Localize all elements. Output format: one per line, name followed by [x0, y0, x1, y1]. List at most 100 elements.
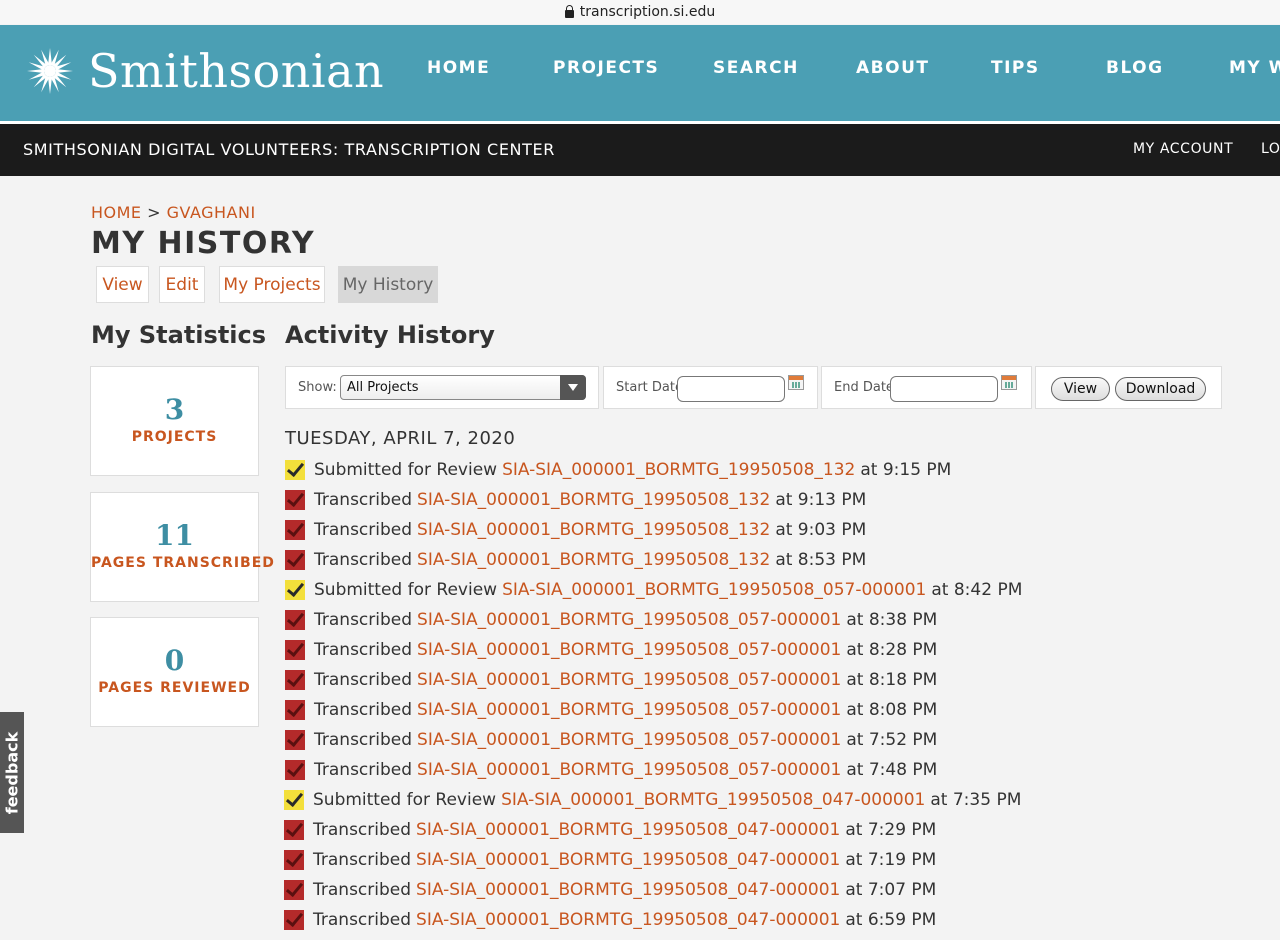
my-account-link[interactable]: MY ACCOUNT: [1133, 141, 1233, 157]
activity-entry: Transcribed SIA-SIA_000001_BORMTG_1995050…: [285, 638, 937, 662]
activity-item-link[interactable]: SIA-SIA_000001_BORMTG_19950508_057-00000…: [417, 730, 841, 750]
transcribed-check-icon: [285, 550, 305, 570]
activity-entry: Transcribed SIA-SIA_000001_BORMTG_1995050…: [285, 488, 866, 512]
activity-item-link[interactable]: SIA-SIA_000001_BORMTG_19950508_057-00000…: [417, 760, 841, 780]
activity-action: Transcribed: [314, 610, 413, 630]
submitted-check-icon: [284, 790, 304, 810]
activity-time: at 9:13 PM: [775, 490, 867, 510]
end-date-label: End Date: [834, 380, 894, 395]
end-date-input[interactable]: [890, 376, 998, 402]
activity-entry: Transcribed SIA-SIA_000001_BORMTG_1995050…: [284, 878, 936, 902]
activity-entry: Transcribed SIA-SIA_000001_BORMTG_1995050…: [285, 548, 866, 572]
main-nav: HOME PROJECTS SEARCH ABOUT TIPS BLOG MY …: [0, 58, 1280, 82]
nav-my-work[interactable]: MY W: [1229, 58, 1280, 78]
breadcrumb-user[interactable]: GVAGHANI: [167, 203, 256, 222]
filter-actions: View Download: [1035, 366, 1222, 409]
activity-item-link[interactable]: SIA-SIA_000001_BORMTG_19950508_057-00000…: [417, 640, 841, 660]
statistics-heading: My Statistics: [91, 321, 267, 349]
activity-action: Transcribed: [313, 850, 412, 870]
activity-time: at 8:28 PM: [846, 640, 938, 660]
transcribed-check-icon: [284, 820, 304, 840]
activity-time: at 8:08 PM: [846, 700, 938, 720]
activity-action: Transcribed: [314, 520, 413, 540]
start-date-input[interactable]: [677, 376, 785, 402]
activity-action: Transcribed: [314, 640, 413, 660]
activity-heading: Activity History: [285, 321, 495, 349]
end-date-filter: End Date: [821, 366, 1032, 409]
nav-projects[interactable]: PROJECTS: [553, 58, 659, 78]
activity-action: Transcribed: [313, 820, 412, 840]
activity-item-link[interactable]: SIA-SIA_000001_BORMTG_19950508_047-00000…: [416, 850, 840, 870]
activity-item-link[interactable]: SIA-SIA_000001_BORMTG_19950508_057-00000…: [417, 700, 841, 720]
activity-item-link[interactable]: SIA-SIA_000001_BORMTG_19950508_057-00000…: [417, 670, 841, 690]
activity-action: Transcribed: [314, 490, 413, 510]
activity-time: at 7:19 PM: [845, 850, 937, 870]
transcribed-check-icon: [285, 640, 305, 660]
stat-label: PAGES REVIEWED: [98, 680, 251, 696]
activity-item-link[interactable]: SIA-SIA_000001_BORMTG_19950508_132: [417, 490, 770, 510]
activity-time: at 6:59 PM: [845, 910, 937, 930]
nav-search[interactable]: SEARCH: [713, 58, 799, 78]
transcribed-check-icon: [285, 670, 305, 690]
calendar-icon[interactable]: [788, 375, 804, 390]
activity-item-link[interactable]: SIA-SIA_000001_BORMTG_19950508_047-00000…: [416, 910, 840, 930]
tab-my-history[interactable]: My History: [338, 266, 438, 303]
stat-value: 11: [155, 519, 194, 552]
breadcrumb: HOME > GVAGHANI: [91, 203, 256, 222]
tab-edit[interactable]: Edit: [159, 266, 205, 303]
stat-projects: 3 PROJECTS: [90, 366, 259, 476]
activity-item-link[interactable]: SIA-SIA_000001_BORMTG_19950508_047-00000…: [501, 790, 925, 810]
activity-entry: Transcribed SIA-SIA_000001_BORMTG_1995050…: [284, 848, 936, 872]
calendar-icon[interactable]: [1001, 375, 1017, 390]
subheader-bar: SMITHSONIAN DIGITAL VOLUNTEERS: TRANSCRI…: [0, 124, 1280, 176]
view-button[interactable]: View: [1051, 377, 1110, 401]
submitted-check-icon: [285, 460, 305, 480]
transcribed-check-icon: [285, 490, 305, 510]
project-select-value: All Projects: [347, 380, 419, 395]
download-button[interactable]: Download: [1115, 377, 1206, 401]
logout-link[interactable]: LO: [1261, 141, 1280, 157]
activity-action: Submitted for Review: [313, 790, 497, 810]
activity-entry: Submitted for Review SIA-SIA_000001_BORMT…: [285, 458, 951, 482]
activity-item-link[interactable]: SIA-SIA_000001_BORMTG_19950508_057-00000…: [502, 580, 926, 600]
stat-pages-reviewed: 0 PAGES REVIEWED: [90, 617, 259, 727]
day-heading: TUESDAY, APRIL 7, 2020: [285, 428, 516, 449]
feedback-tab[interactable]: feedback: [0, 712, 24, 833]
transcribed-check-icon: [284, 850, 304, 870]
transcribed-check-icon: [284, 880, 304, 900]
activity-item-link[interactable]: SIA-SIA_000001_BORMTG_19950508_132: [502, 460, 855, 480]
activity-item-link[interactable]: SIA-SIA_000001_BORMTG_19950508_057-00000…: [417, 610, 841, 630]
address-bar[interactable]: transcription.si.edu: [0, 0, 1280, 24]
breadcrumb-home[interactable]: HOME: [91, 203, 142, 222]
nav-blog[interactable]: BLOG: [1106, 58, 1164, 78]
nav-tips[interactable]: TIPS: [991, 58, 1040, 78]
url-text[interactable]: transcription.si.edu: [580, 4, 716, 20]
transcribed-check-icon: [284, 910, 304, 930]
activity-time: at 7:52 PM: [846, 730, 938, 750]
activity-item-link[interactable]: SIA-SIA_000001_BORMTG_19950508_132: [417, 520, 770, 540]
activity-action: Transcribed: [314, 730, 413, 750]
nav-about[interactable]: ABOUT: [856, 58, 929, 78]
activity-entry: Submitted for Review SIA-SIA_000001_BORMT…: [284, 788, 1021, 812]
tab-view[interactable]: View: [96, 266, 149, 303]
show-label: Show:: [298, 380, 337, 395]
tab-my-projects[interactable]: My Projects: [219, 266, 325, 303]
stat-value: 0: [164, 644, 185, 677]
project-filter: Show: All Projects: [285, 366, 599, 409]
activity-item-link[interactable]: SIA-SIA_000001_BORMTG_19950508_132: [417, 550, 770, 570]
stat-pages-transcribed: 11 PAGES TRANSCRIBED: [90, 492, 274, 602]
activity-entry: Transcribed SIA-SIA_000001_BORMTG_1995050…: [284, 818, 936, 842]
activity-action: Submitted for Review: [314, 460, 498, 480]
feedback-label: feedback: [2, 731, 22, 814]
activity-item-link[interactable]: SIA-SIA_000001_BORMTG_19950508_047-00000…: [416, 820, 840, 840]
activity-action: Transcribed: [313, 880, 412, 900]
activity-time: at 8:18 PM: [846, 670, 938, 690]
project-select[interactable]: All Projects: [340, 375, 586, 400]
nav-home[interactable]: HOME: [427, 58, 490, 78]
activity-item-link[interactable]: SIA-SIA_000001_BORMTG_19950508_047-00000…: [416, 880, 840, 900]
transcribed-check-icon: [285, 700, 305, 720]
transcribed-check-icon: [285, 730, 305, 750]
site-title[interactable]: SMITHSONIAN DIGITAL VOLUNTEERS: TRANSCRI…: [23, 140, 555, 159]
chevron-down-icon: [560, 375, 586, 400]
breadcrumb-separator: >: [147, 203, 162, 222]
